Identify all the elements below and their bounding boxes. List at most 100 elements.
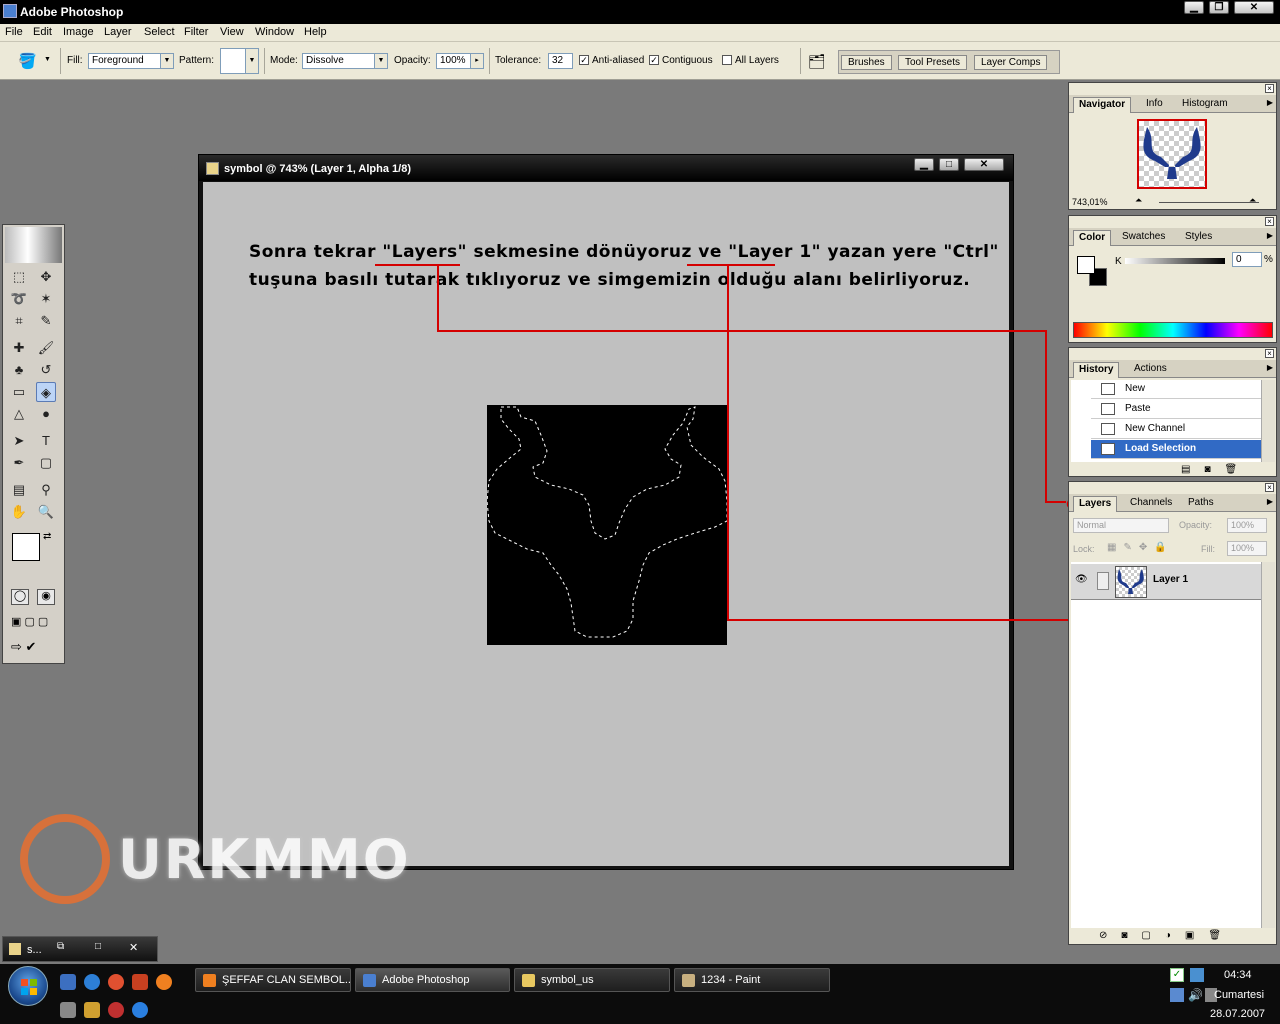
layer-fill-field[interactable]: 100% bbox=[1227, 541, 1267, 556]
taskbar-button-2[interactable]: symbol_us bbox=[514, 968, 670, 992]
color-ramp[interactable] bbox=[1073, 322, 1273, 338]
panel-menu-arrow-icon[interactable]: ▶ bbox=[1267, 497, 1273, 506]
restore-icon[interactable]: ⧉ bbox=[57, 941, 64, 952]
screen-mode-icons[interactable]: ▣ ▢ ▢ bbox=[11, 615, 48, 628]
media-player-icon[interactable] bbox=[108, 974, 124, 990]
minimized-document[interactable]: s... ⧉ □ ✕ bbox=[2, 936, 158, 962]
layer-opacity-field[interactable]: 100% bbox=[1227, 518, 1267, 533]
anti-aliased-checkbox[interactable]: ✓ bbox=[579, 55, 589, 65]
menu-file[interactable]: File bbox=[5, 26, 23, 38]
foreground-color-swatch[interactable] bbox=[12, 533, 40, 561]
clock-time[interactable]: 04:34 bbox=[1224, 969, 1252, 981]
fill-select[interactable]: Foreground ▼ bbox=[88, 53, 174, 69]
palette-well-brushes[interactable]: Brushes bbox=[841, 55, 892, 70]
layers-scrollbar[interactable] bbox=[1261, 562, 1275, 928]
tab-info[interactable]: Info bbox=[1141, 97, 1168, 113]
layer-name[interactable]: Layer 1 bbox=[1153, 574, 1188, 585]
navigator-thumbnail[interactable] bbox=[1137, 119, 1207, 189]
tab-history[interactable]: History bbox=[1073, 362, 1120, 378]
tray-check-icon[interactable]: ✓ bbox=[1170, 968, 1184, 982]
tab-color[interactable]: Color bbox=[1073, 230, 1112, 246]
taskbar-button-0[interactable]: ŞEFFAF CLAN SEMBOL... bbox=[195, 968, 351, 992]
swap-colors-icon[interactable]: ⇄ bbox=[43, 531, 51, 542]
move-tool-icon[interactable]: ✥ bbox=[36, 267, 56, 287]
close-button[interactable]: ✕ bbox=[1234, 1, 1274, 14]
tolerance-field[interactable]: 32 bbox=[548, 53, 573, 69]
image-pixels[interactable] bbox=[486, 405, 728, 645]
shape-tool-icon[interactable]: ▢ bbox=[36, 453, 56, 473]
zoom-tool-icon[interactable]: 🔍 bbox=[36, 502, 56, 522]
minimize-button[interactable]: ▁ bbox=[1184, 1, 1204, 14]
panel-menu-arrow-icon[interactable]: ▶ bbox=[1267, 231, 1273, 240]
brush-tool-icon[interactable]: 🖌 bbox=[36, 338, 56, 358]
history-scrollbar[interactable] bbox=[1261, 380, 1275, 462]
firefox-icon[interactable] bbox=[156, 974, 172, 990]
tray-network-icon[interactable] bbox=[1190, 968, 1204, 982]
lasso-tool-icon[interactable]: ➰ bbox=[9, 289, 29, 309]
zoom-out-icon[interactable]: ⏶ bbox=[1135, 195, 1142, 206]
volume-icon[interactable]: 🔊 bbox=[1188, 988, 1203, 1002]
start-button[interactable] bbox=[8, 966, 48, 1006]
history-item[interactable]: Paste bbox=[1091, 400, 1261, 419]
quick-launch-icon[interactable] bbox=[60, 1002, 76, 1018]
zoom-slider[interactable] bbox=[1159, 202, 1259, 203]
close-icon[interactable]: × bbox=[1265, 84, 1274, 93]
tab-channels[interactable]: Channels bbox=[1125, 496, 1177, 512]
restore-button[interactable]: ❐ bbox=[1209, 1, 1229, 14]
eye-icon[interactable]: 👁 bbox=[1075, 574, 1088, 585]
menu-layer[interactable]: Layer bbox=[104, 26, 132, 38]
tab-layers[interactable]: Layers bbox=[1073, 496, 1118, 512]
standard-mode-icon[interactable]: ◯ bbox=[11, 589, 29, 605]
tab-actions[interactable]: Actions bbox=[1129, 362, 1172, 378]
tab-histogram[interactable]: Histogram bbox=[1177, 97, 1233, 113]
menu-edit[interactable]: Edit bbox=[33, 26, 52, 38]
history-footer-icons[interactable]: ▤◙🗑 bbox=[1181, 464, 1251, 475]
maximize-icon[interactable]: □ bbox=[95, 941, 101, 952]
pattern-picker[interactable]: ▼ bbox=[220, 48, 259, 74]
file-browser-icon[interactable]: 🗂 bbox=[808, 53, 828, 69]
history-brush-icon[interactable]: ↺ bbox=[36, 360, 56, 380]
crop-tool-icon[interactable]: ⌗ bbox=[9, 311, 29, 331]
history-item[interactable]: New Channel bbox=[1091, 420, 1261, 439]
toolbox-header-logo[interactable] bbox=[5, 227, 62, 263]
slice-tool-icon[interactable]: ✎ bbox=[36, 311, 56, 331]
eraser-tool-icon[interactable]: ▭ bbox=[9, 382, 29, 402]
healing-brush-icon[interactable]: ✚ bbox=[9, 338, 29, 358]
tab-swatches[interactable]: Swatches bbox=[1117, 230, 1170, 246]
blur-tool-icon[interactable]: △ bbox=[9, 404, 29, 424]
jump-to-imageready-icon[interactable]: ⇨ ✔ bbox=[11, 639, 36, 655]
all-layers-checkbox[interactable] bbox=[722, 55, 732, 65]
document-canvas[interactable]: Sonra tekrar "Layers" sekmesine dönüyoru… bbox=[203, 182, 1009, 866]
magic-wand-icon[interactable]: ✶ bbox=[36, 289, 56, 309]
palette-well-tool-presets[interactable]: Tool Presets bbox=[898, 55, 968, 70]
quick-launch-icon[interactable] bbox=[108, 1002, 124, 1018]
close-icon[interactable]: × bbox=[1265, 483, 1274, 492]
pen-tool-icon[interactable]: ✒ bbox=[9, 453, 29, 473]
zoom-in-icon[interactable]: ⏶ bbox=[1249, 195, 1256, 206]
taskbar-button-1[interactable]: Adobe Photoshop bbox=[355, 968, 510, 992]
close-icon[interactable]: × bbox=[1265, 349, 1274, 358]
internet-explorer-icon[interactable] bbox=[132, 1002, 148, 1018]
type-tool-icon[interactable]: T bbox=[36, 431, 56, 451]
tray-network-icon[interactable] bbox=[1170, 988, 1184, 1002]
tab-styles[interactable]: Styles bbox=[1180, 230, 1217, 246]
panel-menu-arrow-icon[interactable]: ▶ bbox=[1267, 363, 1273, 372]
paint-bucket-icon[interactable]: 🪣 bbox=[18, 52, 38, 70]
taskbar-button-3[interactable]: 1234 - Paint bbox=[674, 968, 830, 992]
history-item-selected[interactable]: Load Selection bbox=[1091, 440, 1261, 459]
doc-minimize-button[interactable]: ▁ bbox=[914, 158, 934, 171]
mode-select[interactable]: Dissolve ▼ bbox=[302, 53, 388, 69]
fg-color-swatch[interactable] bbox=[1077, 256, 1095, 274]
opacity-field[interactable]: 100% ▸ bbox=[436, 53, 484, 69]
dodge-tool-icon[interactable]: ● bbox=[36, 404, 56, 424]
panel-menu-arrow-icon[interactable]: ▶ bbox=[1267, 98, 1273, 107]
contiguous-checkbox[interactable]: ✓ bbox=[649, 55, 659, 65]
menu-select[interactable]: Select bbox=[144, 26, 175, 38]
hand-tool-icon[interactable]: ✋ bbox=[9, 502, 29, 522]
doc-maximize-button[interactable]: □ bbox=[939, 158, 959, 171]
blend-mode-select[interactable]: Normal bbox=[1073, 518, 1169, 533]
show-desktop-icon[interactable] bbox=[60, 974, 76, 990]
tab-navigator[interactable]: Navigator bbox=[1073, 97, 1132, 113]
document-titlebar[interactable]: symbol @ 743% (Layer 1, Alpha 1/8) ▁ □ ✕ bbox=[199, 155, 1013, 181]
menu-image[interactable]: Image bbox=[63, 26, 94, 38]
